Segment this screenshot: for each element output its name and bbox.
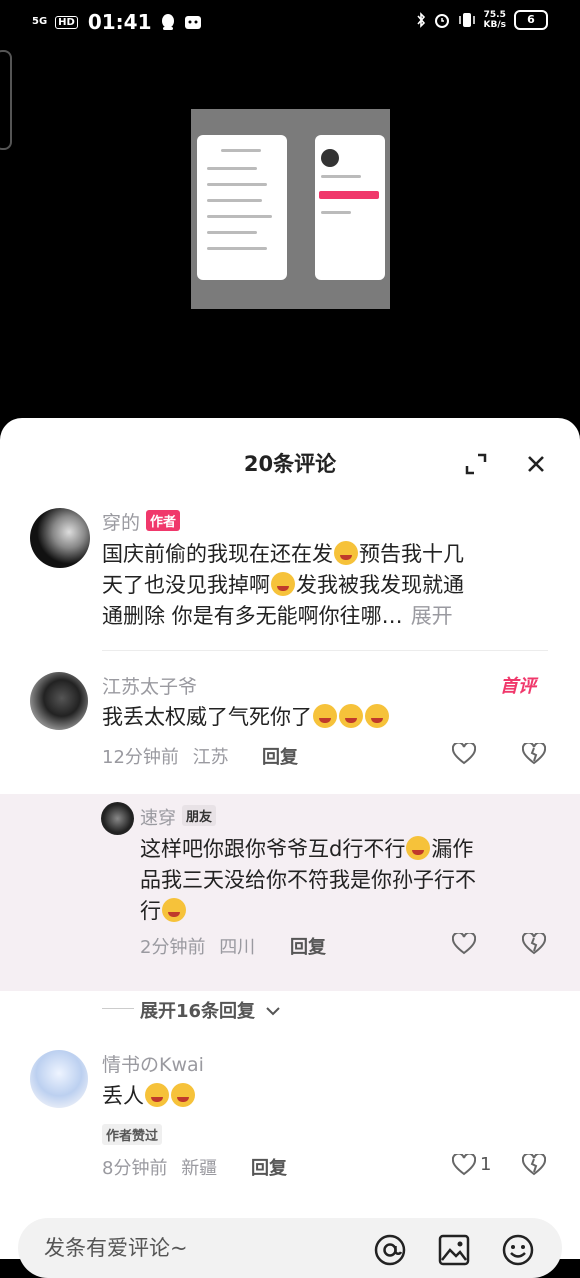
expand-fullscreen-icon[interactable] <box>462 450 490 478</box>
comment-line: 丢人 <box>102 1084 144 1108</box>
like-heart-icon[interactable] <box>450 740 478 768</box>
comment-text[interactable]: 我丢太权威了气死你了 <box>102 702 542 733</box>
comment-text[interactable]: 丢人 <box>102 1081 196 1112</box>
dislike-broken-heart-icon[interactable] <box>520 1151 548 1179</box>
speed-unit: KB/s <box>483 20 506 30</box>
comment-time: 12分钟前 <box>102 747 179 768</box>
comment-text[interactable]: 国庆前偷的我现在还在发 预告我十几 天了也没见我掉啊 发我被我发现就通 通删除 你是… <box>102 539 542 632</box>
comment-line: 预告我十几 <box>359 542 464 566</box>
like-heart-icon[interactable] <box>450 930 478 958</box>
comment-line: 行 <box>140 899 161 923</box>
network-speed: 75.5 KB/s <box>484 10 506 30</box>
comment-line: 我丢太权威了气死你了 <box>102 705 312 729</box>
comment-author-name[interactable]: 江苏太子爷 <box>102 672 197 699</box>
comment-line: 漏作 <box>431 837 474 861</box>
author-badge: 作者 <box>146 510 181 531</box>
hd-indicator: HD <box>55 15 78 29</box>
tears-of-joy-emoji <box>162 898 186 922</box>
edge-panel-handle[interactable] <box>0 50 12 150</box>
pleading-emoji <box>313 704 337 728</box>
first-comment-badge: 首评 <box>500 676 536 697</box>
close-icon[interactable] <box>522 450 550 478</box>
status-bar: 5G HD 01:41 75.5 KB/s 6 <box>0 0 580 44</box>
tears-of-joy-emoji <box>145 1083 169 1107</box>
chevron-down-icon <box>266 1007 281 1016</box>
reply-meta: 2分钟前 四川 <box>140 933 255 959</box>
comment-sheet: 20条评论 穿的 作者 国庆前偷的我现在还在发 预告我十几 天了也没见我掉啊 发我被我… <box>0 418 580 1278</box>
comment-time: 2分钟前 <box>140 937 206 958</box>
divider <box>102 1008 134 1009</box>
comment-count-title: 20条评论 <box>243 452 337 476</box>
comment-location: 江苏 <box>192 747 229 768</box>
screenshot-thumbnail[interactable] <box>191 109 390 309</box>
comment-line: 国庆前偷的我现在还在发 <box>102 542 333 566</box>
comment-location: 新疆 <box>181 1158 218 1179</box>
reply-author-name[interactable]: 速穿 <box>140 808 176 829</box>
comment-line: 通删除 你是有多无能啊你往哪… <box>102 604 403 628</box>
reply-author[interactable]: 速穿 朋友 <box>140 804 217 830</box>
expand-replies-label: 展开16条回复 <box>140 1001 256 1022</box>
emoji-icon[interactable] <box>500 1232 536 1268</box>
like-count: 1 <box>480 1154 492 1175</box>
comment-meta: 8分钟前 新疆 <box>102 1154 217 1180</box>
expand-text-button[interactable]: 展开 <box>411 604 453 628</box>
pleading-emoji <box>339 704 363 728</box>
avatar[interactable] <box>30 508 90 568</box>
bluetooth-icon <box>416 12 425 28</box>
comment-line: 这样吧你跟你爷爷互d行不行 <box>140 837 406 861</box>
dislike-broken-heart-icon[interactable] <box>520 740 548 768</box>
dislike-broken-heart-icon[interactable] <box>520 930 548 958</box>
comment-line: 发我被我发现就通 <box>296 573 464 597</box>
tears-of-joy-emoji <box>406 836 431 860</box>
avatar[interactable] <box>101 802 134 835</box>
clock: 01:41 <box>87 10 152 34</box>
comment-meta: 12分钟前 江苏 <box>102 743 229 769</box>
grin-cat-emoji <box>334 541 358 565</box>
avatar[interactable] <box>30 672 88 730</box>
comment-input[interactable]: 发条有爱评论~ <box>44 1232 188 1262</box>
like-heart-icon[interactable] <box>450 1151 478 1179</box>
speed-value: 75.5 <box>483 10 506 20</box>
comment-location: 四川 <box>219 937 256 958</box>
grin-cat-emoji <box>271 572 295 596</box>
mention-icon[interactable] <box>372 1232 408 1268</box>
comment-input-bar[interactable]: 发条有爱评论~ <box>18 1218 562 1278</box>
friend-badge: 朋友 <box>182 805 217 826</box>
vibrate-icon <box>458 13 475 27</box>
avatar[interactable] <box>30 1050 88 1108</box>
battery-indicator: 6 <box>514 10 548 30</box>
app-notification-icon <box>184 16 201 29</box>
network-indicator: 5G <box>32 16 48 27</box>
reply-button[interactable]: 回复 <box>262 743 298 769</box>
comment-line: 品我三天没给你不符我是你孙子行不 <box>140 868 476 892</box>
alarm-icon <box>434 14 449 28</box>
reply-text[interactable]: 这样吧你跟你爷爷互d行不行 漏作 品我三天没给你不符我是你孙子行不 行 <box>140 834 550 927</box>
author-liked-badge: 作者赞过 <box>102 1124 163 1145</box>
comment-time: 8分钟前 <box>102 1158 168 1179</box>
image-icon[interactable] <box>436 1232 472 1268</box>
tears-of-joy-emoji <box>171 1083 195 1107</box>
reply-button[interactable]: 回复 <box>251 1154 287 1180</box>
comment-line: 天了也没见我掉啊 <box>102 573 270 597</box>
comment-author[interactable]: 穿的 作者 <box>102 508 181 535</box>
reply-button[interactable]: 回复 <box>290 933 326 959</box>
comment-author-name[interactable]: 穿的 <box>102 512 140 534</box>
divider <box>102 650 548 651</box>
expand-replies-button[interactable]: 展开16条回复 <box>140 997 281 1023</box>
pleading-emoji <box>365 704 389 728</box>
comment-author-name[interactable]: 情书のKwai <box>102 1050 204 1077</box>
qq-icon <box>161 14 174 30</box>
